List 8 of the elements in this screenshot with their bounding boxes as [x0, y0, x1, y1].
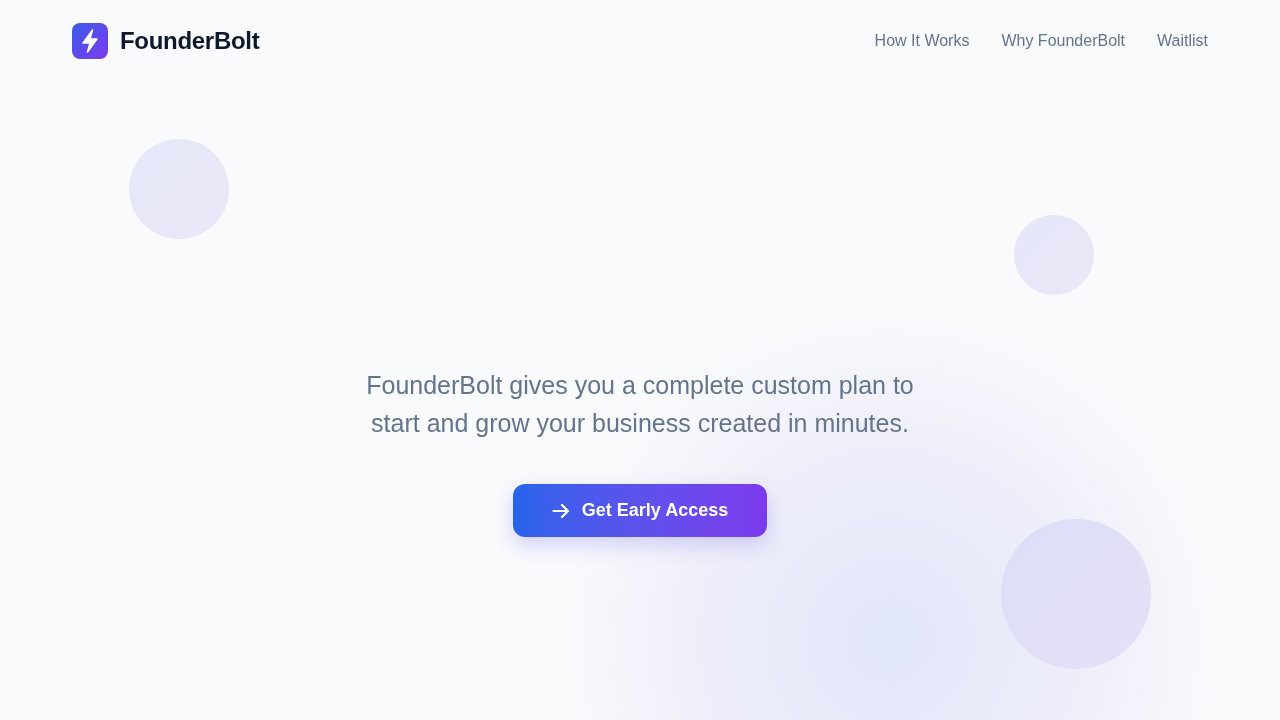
- brand-name: FounderBolt: [120, 26, 260, 56]
- lightning-bolt-icon: [72, 23, 108, 59]
- nav-link[interactable]: Why FounderBolt: [1001, 29, 1126, 53]
- get-early-access-button[interactable]: Get Early Access: [513, 484, 767, 537]
- arrow-right-icon: [551, 502, 570, 519]
- nav-link[interactable]: How It Works: [874, 29, 970, 53]
- hero-description: FounderBolt gives you a complete custom plan to start and grow your business created in minutes.: [365, 370, 915, 439]
- nav-link[interactable]: Waitlist: [1157, 29, 1208, 53]
